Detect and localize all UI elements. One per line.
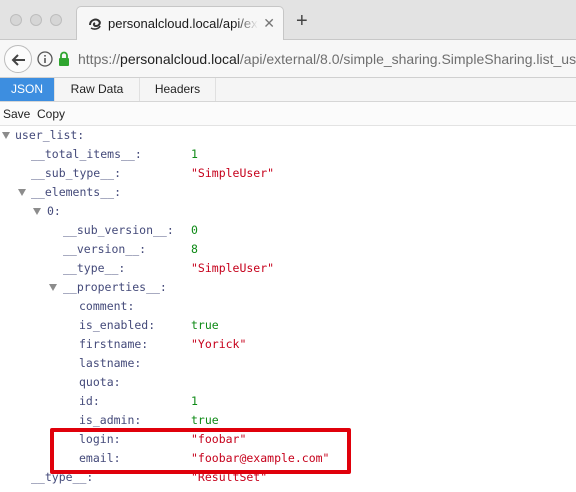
tree-key: lastname: [79, 356, 142, 370]
tree-value: "foobar" [191, 432, 247, 446]
browser-tab[interactable]: personalcloud.local/api/extern ✕ [76, 6, 284, 40]
navigation-bar: https://personalcloud.local/api/external… [0, 40, 576, 78]
tree-value: "foobar@example.com" [191, 451, 330, 465]
tree-key: __sub_type__: [31, 166, 122, 180]
tree-value: "Yorick" [191, 337, 247, 351]
tree-key: __type__: [31, 470, 94, 484]
tree-key: __elements__: [31, 185, 122, 199]
tree-value: true [191, 413, 219, 427]
tree-key: is_admin: [79, 413, 142, 427]
tree-key: __total_items__: [31, 147, 142, 161]
tree-value: 8 [191, 242, 198, 256]
tree-row-elements[interactable]: __elements__: [0, 183, 576, 202]
back-arrow-icon [11, 54, 25, 66]
info-icon[interactable] [37, 51, 53, 67]
tree-key: 0: [47, 204, 61, 218]
url-path: /api/external/8.0/simple_sharing.SimpleS… [239, 51, 576, 67]
tree-key: comment: [79, 299, 135, 313]
tab-raw-data[interactable]: Raw Data [55, 78, 140, 101]
url-scheme: https:// [78, 51, 121, 67]
tree-value: 1 [191, 394, 198, 408]
tree-value: 0 [191, 223, 198, 237]
tree-row-sub-type: __sub_type__: "SimpleUser" [0, 164, 576, 183]
expand-toggle-icon[interactable] [49, 284, 57, 291]
tab-json[interactable]: JSON [0, 78, 55, 101]
tree-key: user_list: [15, 128, 85, 142]
url-field[interactable]: https://personalcloud.local/api/external… [78, 51, 576, 67]
expand-toggle-icon[interactable] [33, 208, 41, 215]
back-button[interactable] [4, 45, 32, 73]
tab-bar: personalcloud.local/api/extern ✕ + [0, 0, 576, 40]
tree-key: id: [79, 394, 100, 408]
new-tab-button[interactable]: + [296, 11, 308, 31]
tab-close-icon[interactable]: ✕ [263, 15, 275, 31]
expand-toggle-icon[interactable] [2, 132, 10, 139]
tree-row-lastname: lastname: [0, 354, 576, 373]
tree-key: email: [79, 451, 121, 465]
tree-row-firstname: firstname: "Yorick" [0, 335, 576, 354]
tree-value: "SimpleUser" [191, 261, 275, 275]
tree-row-quota: quota: [0, 373, 576, 392]
minimize-window-button[interactable] [30, 14, 42, 26]
tree-row-is-admin: is_admin: true [0, 411, 576, 430]
tree-key: firstname: [79, 337, 149, 351]
expand-toggle-icon[interactable] [18, 189, 26, 196]
tree-value: "ResultSet" [191, 470, 268, 484]
tree-value: "SimpleUser" [191, 166, 275, 180]
tree-key: __properties__: [63, 280, 167, 294]
viewer-actions: Save Copy [0, 102, 576, 126]
tree-key: __sub_version__: [63, 223, 174, 237]
tree-key: __version__: [63, 242, 147, 256]
tree-row-total-items: __total_items__: 1 [0, 145, 576, 164]
copy-button[interactable]: Copy [37, 105, 65, 123]
url-host: personalcloud.local [120, 51, 240, 67]
tree-row-comment: comment: [0, 297, 576, 316]
tree-row-login: login: "foobar" [0, 430, 576, 449]
tree-row-outer-type: __type__: "ResultSet" [0, 468, 576, 487]
tree-row-email: email: "foobar@example.com" [0, 449, 576, 468]
tree-row-index-0[interactable]: 0: [0, 202, 576, 221]
personalcloud-favicon-icon [89, 18, 101, 30]
tree-row-version: __version__: 8 [0, 240, 576, 259]
tree-value: true [191, 318, 219, 332]
tree-key: __type__: [63, 261, 126, 275]
tree-value: 1 [191, 147, 198, 161]
tree-row-id: id: 1 [0, 392, 576, 411]
save-button[interactable]: Save [3, 105, 30, 123]
tree-key: login: [79, 432, 121, 446]
close-window-button[interactable] [10, 14, 22, 26]
tree-row-sub-version: __sub_version__: 0 [0, 221, 576, 240]
tree-row-user-list[interactable]: user_list: [0, 126, 576, 145]
tree-row-is-enabled: is_enabled: true [0, 316, 576, 335]
secure-lock-icon[interactable] [58, 51, 70, 66]
tab-title: personalcloud.local/api/extern [108, 16, 258, 31]
tree-key: is_enabled: [79, 318, 156, 332]
zoom-window-button[interactable] [50, 14, 62, 26]
tab-headers[interactable]: Headers [140, 78, 216, 101]
tree-key: quota: [79, 375, 121, 389]
tree-row-type: __type__: "SimpleUser" [0, 259, 576, 278]
tree-row-properties[interactable]: __properties__: [0, 278, 576, 297]
viewer-tab-bar: JSON Raw Data Headers [0, 78, 576, 102]
json-tree: user_list: __total_items__: 1 __sub_type… [0, 126, 576, 492]
